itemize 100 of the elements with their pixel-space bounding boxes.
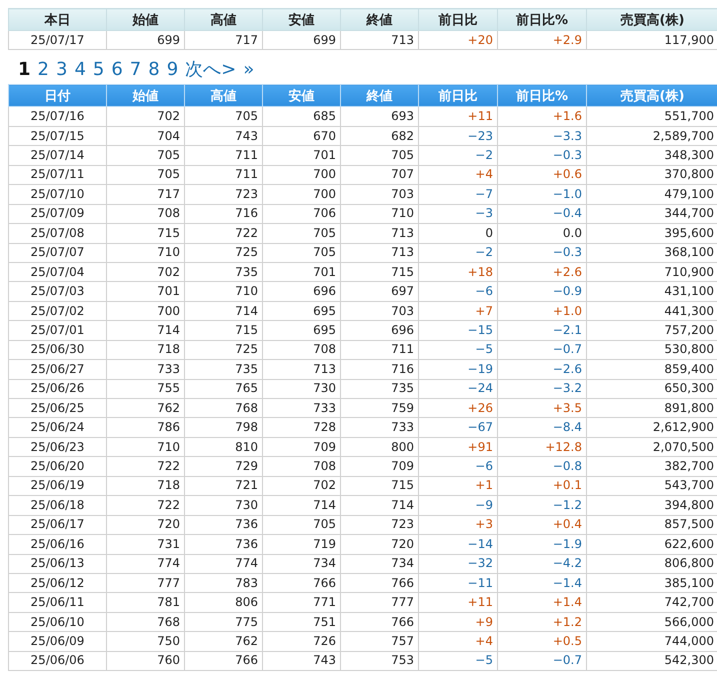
table-cell: 720	[340, 534, 418, 554]
column-header: 日付	[8, 84, 106, 107]
table-cell: −6	[418, 456, 498, 476]
table-cell: 783	[184, 573, 262, 593]
column-header: 前日比	[418, 84, 498, 107]
table-cell: 774	[106, 554, 184, 574]
table-cell: 701	[106, 282, 184, 302]
column-header: 安値	[262, 8, 340, 30]
table-cell: 716	[340, 360, 418, 380]
page-link[interactable]: 8	[148, 59, 160, 80]
table-cell: 25/06/11	[8, 592, 106, 612]
table-cell: 0.0	[498, 224, 586, 243]
table-cell: 713	[262, 360, 340, 380]
table-cell: 722	[106, 456, 184, 476]
table-cell: +0.4	[498, 515, 586, 535]
last-page-link[interactable]: »	[243, 59, 254, 80]
table-cell: 775	[184, 612, 262, 632]
table-cell: 25/07/15	[8, 126, 106, 146]
table-cell: 715	[106, 224, 184, 243]
table-cell: 705	[106, 165, 184, 185]
table-cell: 762	[106, 398, 184, 418]
column-header: 売買高(株)	[586, 8, 717, 30]
table-cell: −24	[418, 379, 498, 398]
table-cell: −0.3	[498, 146, 586, 166]
table-cell: 781	[106, 592, 184, 612]
table-cell: 768	[106, 612, 184, 632]
next-page-link[interactable]: 次へ>	[185, 57, 236, 82]
table-cell: 798	[184, 418, 262, 438]
table-cell: −1.0	[498, 184, 586, 204]
table-cell: 735	[184, 262, 262, 282]
page-link[interactable]: 3	[56, 59, 68, 80]
column-header: 終値	[340, 8, 418, 30]
table-cell: 715	[184, 320, 262, 340]
table-cell: −7	[418, 184, 498, 204]
table-cell: 736	[184, 534, 262, 554]
table-cell: 714	[184, 301, 262, 321]
table-cell: −3	[418, 204, 498, 224]
table-cell: 760	[106, 651, 184, 671]
table-cell: −19	[418, 360, 498, 380]
table-cell: 0	[418, 224, 498, 243]
table-cell: 718	[106, 476, 184, 496]
table-cell: 719	[262, 534, 340, 554]
page-link[interactable]: 9	[166, 59, 178, 80]
page-link[interactable]: 2	[38, 59, 49, 80]
table-cell: 25/07/08	[8, 224, 106, 243]
page-link[interactable]: 6	[111, 59, 123, 80]
table-cell: 710	[106, 243, 184, 262]
table-cell: 25/06/23	[8, 437, 106, 457]
table-cell: 25/07/10	[8, 184, 106, 204]
table-cell: 700	[106, 301, 184, 321]
table-cell: 707	[340, 165, 418, 185]
table-cell: +20	[418, 30, 498, 50]
column-header: 本日	[8, 8, 106, 30]
column-header: 高値	[184, 8, 262, 30]
table-cell: 701	[262, 262, 340, 282]
page-link[interactable]: 7	[130, 59, 142, 80]
table-cell: 762	[184, 632, 262, 652]
column-header: 安値	[262, 84, 340, 107]
table-cell: 750	[106, 632, 184, 652]
table-cell: −2	[418, 243, 498, 262]
table-cell: 25/07/04	[8, 262, 106, 282]
table-cell: 704	[106, 126, 184, 146]
table-cell: 705	[262, 224, 340, 243]
table-cell: 733	[106, 360, 184, 380]
table-cell: 722	[106, 496, 184, 516]
page-link[interactable]: 5	[92, 59, 104, 80]
table-cell: 25/06/19	[8, 476, 106, 496]
table-cell: 702	[106, 262, 184, 282]
table-cell: 695	[262, 320, 340, 340]
page-link[interactable]: 4	[74, 59, 86, 80]
table-cell: −2	[418, 146, 498, 166]
table-cell: 25/07/03	[8, 282, 106, 302]
table-cell: 25/06/27	[8, 360, 106, 380]
column-header: 売買高(株)	[586, 84, 717, 107]
table-cell: +18	[418, 262, 498, 282]
table-cell: 765	[184, 379, 262, 398]
table-cell: 733	[340, 418, 418, 438]
table-cell: +2.6	[498, 262, 586, 282]
table-cell: 713	[340, 224, 418, 243]
table-cell: 766	[340, 573, 418, 593]
table-cell: 701	[262, 146, 340, 166]
table-cell: 723	[184, 184, 262, 204]
table-cell: 25/06/24	[8, 418, 106, 438]
table-cell: +26	[418, 398, 498, 418]
table-cell: 715	[340, 476, 418, 496]
table-cell: 703	[340, 301, 418, 321]
table-cell: 703	[340, 184, 418, 204]
table-cell: −15	[418, 320, 498, 340]
table-cell: 696	[340, 320, 418, 340]
table-cell: +0.1	[498, 476, 586, 496]
table-cell: 743	[184, 126, 262, 146]
table-cell: 766	[184, 651, 262, 671]
table-cell: 700	[262, 184, 340, 204]
page-link[interactable]: 1	[18, 59, 31, 80]
table-cell: 702	[262, 476, 340, 496]
table-cell: 705	[262, 243, 340, 262]
table-cell: 705	[340, 146, 418, 166]
table-cell: 766	[262, 573, 340, 593]
table-cell: 710	[340, 204, 418, 224]
table-cell: +3	[418, 515, 498, 535]
